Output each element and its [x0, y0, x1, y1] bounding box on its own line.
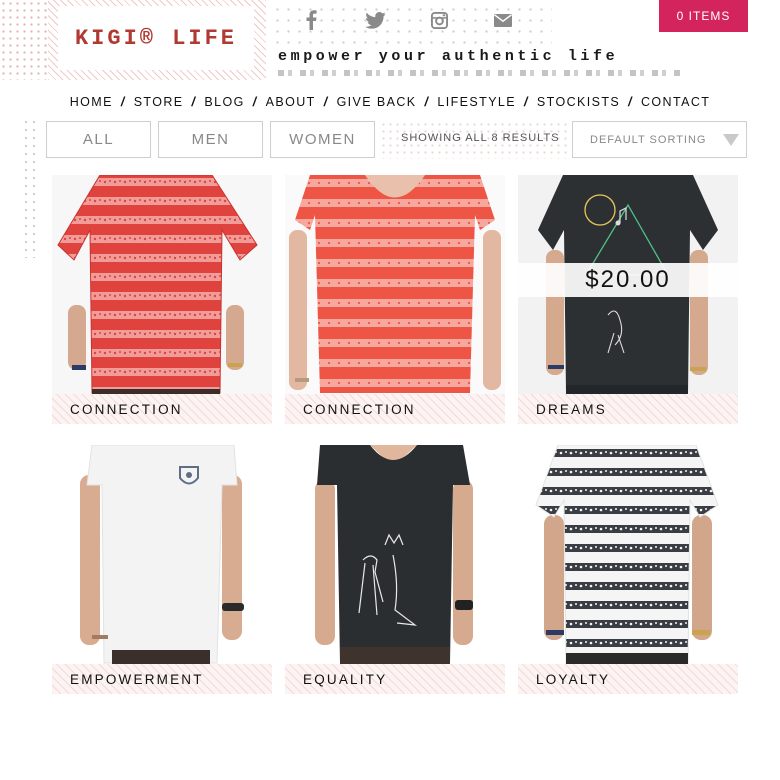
filter-women-button[interactable]: WOMEN	[270, 121, 375, 158]
product-title[interactable]: CONNECTION	[52, 394, 272, 424]
product-title[interactable]: EQUALITY	[285, 664, 505, 694]
product-card[interactable]: CONNECTION	[52, 175, 272, 424]
decorative-smudge	[278, 70, 683, 76]
product-title[interactable]: LOYALTY	[518, 664, 738, 694]
sorting-select[interactable]: DEFAULT SORTING	[572, 121, 747, 158]
decorative-dots	[0, 0, 48, 80]
tagline: empower your authentic life	[278, 48, 619, 65]
cart-button[interactable]: 0 ITEMS	[659, 0, 748, 32]
nav-separator: /	[628, 95, 633, 109]
mail-icon[interactable]	[492, 10, 514, 30]
product-title[interactable]: EMPOWERMENT	[52, 664, 272, 694]
nav-give-back[interactable]: GIVE BACK	[337, 95, 417, 109]
chevron-down-icon	[723, 134, 739, 146]
product-card[interactable]: LOYALTY	[518, 445, 738, 694]
nav-separator: /	[424, 95, 430, 109]
product-card[interactable]: EQUALITY	[285, 445, 505, 694]
nav-separator: /	[252, 95, 258, 109]
decorative-dots	[22, 118, 40, 258]
product-image[interactable]	[518, 445, 738, 665]
product-title[interactable]: CONNECTION	[285, 394, 505, 424]
product-title[interactable]: DREAMS	[518, 394, 738, 424]
site-logo[interactable]: KIGI® LIFE	[48, 0, 266, 80]
product-price: $20.00	[518, 263, 738, 297]
product-card[interactable]: EMPOWERMENT	[52, 445, 272, 694]
product-image[interactable]	[285, 445, 505, 665]
nav-about[interactable]: ABOUT	[266, 95, 316, 109]
filter-men-button[interactable]: MEN	[158, 121, 263, 158]
results-count: SHOWING ALL 8 RESULTS	[401, 132, 560, 144]
facebook-icon[interactable]	[300, 10, 322, 30]
sorting-value: DEFAULT SORTING	[590, 133, 707, 146]
nav-separator: /	[524, 95, 529, 109]
nav-separator: /	[120, 95, 126, 109]
nav-separator: /	[191, 95, 197, 109]
nav-blog[interactable]: BLOG	[204, 95, 244, 109]
nav-separator: /	[323, 95, 329, 109]
nav-store[interactable]: STORE	[134, 95, 184, 109]
instagram-icon[interactable]	[428, 10, 450, 30]
filter-all-button[interactable]: ALL	[46, 121, 151, 158]
nav-contact[interactable]: CONTACT	[641, 95, 710, 109]
product-card[interactable]: CONNECTION	[285, 175, 505, 424]
logo-text: KIGI® LIFE	[74, 25, 238, 51]
product-image[interactable]	[52, 445, 272, 665]
product-image[interactable]	[52, 175, 272, 395]
nav-home[interactable]: HOME	[70, 95, 113, 109]
twitter-icon[interactable]	[364, 10, 386, 30]
nav-stockists[interactable]: STOCKISTS	[537, 95, 620, 109]
nav-lifestyle[interactable]: LIFESTYLE	[437, 95, 516, 109]
product-card[interactable]: $20.00 DREAMS	[518, 175, 738, 424]
main-nav: HOME / STORE / BLOG / ABOUT / GIVE BACK …	[0, 93, 780, 111]
product-image[interactable]	[285, 175, 505, 395]
